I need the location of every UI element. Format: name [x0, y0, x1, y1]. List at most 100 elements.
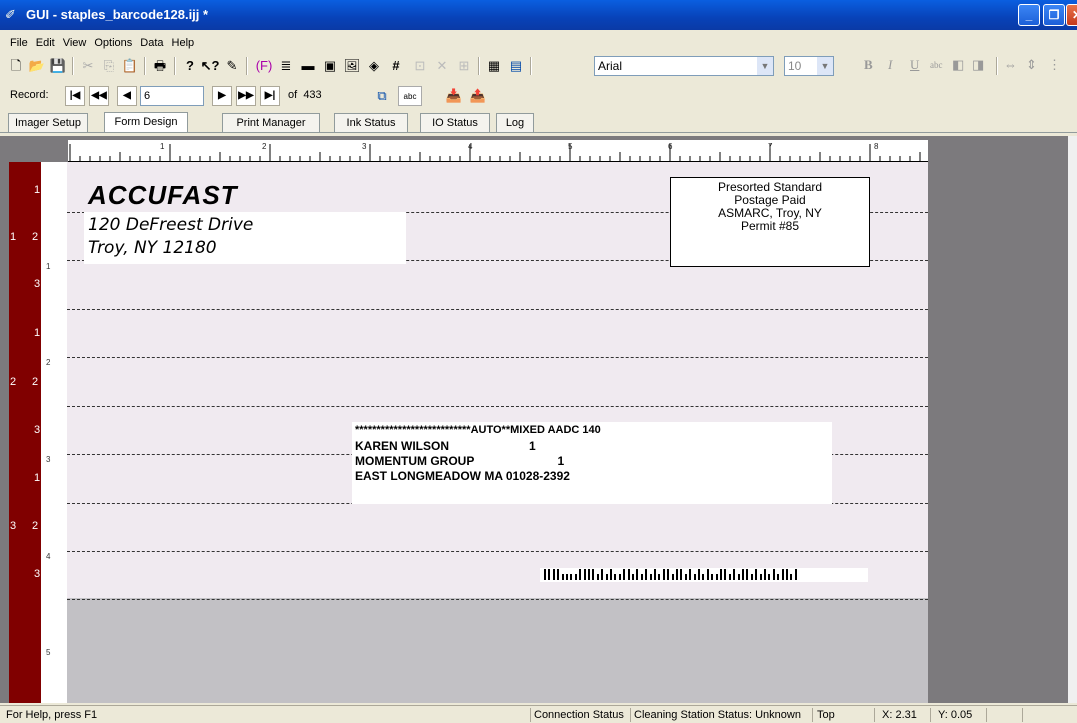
ruler-label: 3: [362, 142, 367, 151]
tab-form-design[interactable]: Form Design: [104, 112, 188, 133]
space-vertical-icon[interactable]: ⇕: [1026, 57, 1037, 73]
barcode-bar: [684, 574, 687, 580]
save-icon[interactable]: 💾: [48, 56, 68, 76]
next-record-button[interactable]: ▶: [212, 86, 232, 106]
barcode-bar: [737, 574, 740, 580]
underline-icon[interactable]: U: [910, 57, 919, 73]
next-page-button[interactable]: ▶▶: [236, 86, 256, 106]
window-title: GUI - staples_barcode128.ijj *: [26, 7, 209, 22]
font-name-select[interactable]: Arial ▼: [594, 56, 774, 76]
space-horizontal-icon[interactable]: ⇔: [1004, 57, 1017, 73]
line-icon[interactable]: ▬: [298, 56, 318, 76]
row-divider: [67, 309, 928, 310]
format-icon[interactable]: ⊡: [410, 56, 430, 76]
import-icon[interactable]: 📥: [444, 86, 464, 106]
barcode-bar: [698, 569, 700, 580]
horizontal-ruler: 1 2 3 4 5 6 7 8: [68, 140, 931, 162]
prev-page-button[interactable]: ◀◀: [89, 86, 109, 106]
barcode-bar: [794, 569, 797, 580]
menu-data[interactable]: Data: [136, 34, 167, 52]
postal-barcode[interactable]: [540, 568, 868, 582]
grid-icon[interactable]: ▦: [484, 56, 504, 76]
delete-icon[interactable]: ✕: [432, 56, 452, 76]
table-icon[interactable]: ▤: [506, 56, 526, 76]
new-file-icon[interactable]: 🗋: [6, 56, 26, 76]
record-toolbar: Record: |◀ ◀◀ ◀ 6 ▶ ▶▶ ▶| of 433 ⧉ abc 📥…: [0, 83, 1077, 109]
ruler-label: 5: [568, 142, 573, 151]
row-label: 3: [34, 278, 41, 290]
wizard-icon[interactable]: ✎: [222, 56, 242, 76]
barcode-bar: [561, 574, 564, 580]
box-icon[interactable]: ▣: [320, 56, 340, 76]
menu-help[interactable]: Help: [168, 34, 199, 52]
strikethrough-icon[interactable]: abc: [930, 60, 943, 70]
italic-icon[interactable]: I: [888, 57, 892, 73]
tab-print-manager[interactable]: Print Manager: [222, 113, 320, 133]
record-total: of 433: [288, 89, 322, 101]
row-divider: [67, 406, 928, 407]
prev-record-button[interactable]: ◀: [117, 86, 137, 106]
record-number-input[interactable]: 6: [140, 86, 204, 106]
barcode-bar: [592, 569, 595, 580]
export-icon[interactable]: 📤: [468, 86, 488, 106]
return-address-line: 120 DeFreest Drive: [88, 215, 254, 235]
tab-io-status[interactable]: IO Status: [420, 113, 490, 133]
row-label: 3: [34, 568, 41, 580]
last-record-button[interactable]: ▶|: [260, 86, 280, 106]
barcode-bar: [658, 574, 661, 580]
bold-icon[interactable]: B: [864, 57, 873, 73]
maximize-button[interactable]: ❐: [1043, 4, 1065, 26]
postage-indicia-box[interactable]: Presorted Standard Postage Paid ASMARC, …: [670, 177, 870, 267]
text-block-icon[interactable]: ≣: [276, 56, 296, 76]
barcode-bar: [742, 569, 744, 580]
align-right-icon[interactable]: ◨: [972, 57, 984, 73]
help-icon[interactable]: ?: [180, 56, 200, 76]
row-label: 2: [32, 376, 39, 388]
graphic-icon[interactable]: ◈: [364, 56, 384, 76]
ruler-label: 3: [46, 455, 51, 464]
barcode-bar: [614, 574, 617, 580]
position-status: Top: [817, 709, 835, 721]
context-help-icon[interactable]: ↖?: [200, 56, 220, 76]
barcode-bar: [768, 574, 771, 580]
field-icon[interactable]: (F): [254, 56, 274, 76]
font-size-select[interactable]: 10 ▼: [784, 56, 834, 76]
properties-icon[interactable]: ⊞: [454, 56, 474, 76]
align-left-icon[interactable]: ◧: [952, 57, 964, 73]
barcode-bar: [649, 574, 652, 580]
barcode-bar: [618, 574, 621, 580]
menu-file[interactable]: File: [0, 34, 32, 52]
barcode-bar: [689, 569, 692, 580]
barcode-bar: [667, 569, 670, 580]
recipient-company-line: MOMENTUM GROUP 1: [355, 454, 565, 468]
image-icon[interactable]: 🖼: [342, 56, 362, 76]
preview-icon[interactable]: ⧉: [372, 86, 392, 106]
open-folder-icon[interactable]: 📂: [27, 56, 47, 76]
barcode-bar: [772, 569, 775, 580]
print-icon[interactable]: 🖶: [150, 56, 170, 76]
barcode-bar: [733, 569, 736, 580]
cut-icon[interactable]: ✂: [78, 56, 98, 76]
app-icon: ✐: [5, 7, 16, 22]
field-text-icon[interactable]: abc: [398, 86, 422, 106]
vertical-scrollbar[interactable]: [1068, 136, 1077, 703]
first-record-button[interactable]: |◀: [65, 86, 85, 106]
copy-icon[interactable]: ⎘: [99, 56, 119, 76]
tab-log[interactable]: Log: [496, 113, 534, 133]
tab-imager-setup[interactable]: Imager Setup: [8, 113, 88, 133]
paste-icon[interactable]: 📋: [120, 56, 140, 76]
tab-ink-status[interactable]: Ink Status: [334, 113, 408, 133]
menu-edit[interactable]: Edit: [32, 34, 59, 52]
accufast-logo[interactable]: ACCUFAST: [88, 180, 238, 211]
minimize-button[interactable]: _: [1018, 4, 1040, 26]
status-bar: For Help, press F1 Connection Status Cle…: [0, 705, 1077, 723]
barcode-bar: [759, 574, 762, 580]
group-label: 1: [10, 231, 17, 243]
menu-view[interactable]: View: [59, 34, 91, 52]
number-icon[interactable]: #: [386, 56, 406, 76]
barcode-bar: [640, 574, 643, 580]
close-button[interactable]: ✕: [1066, 4, 1077, 26]
distribute-icon[interactable]: ⋮: [1048, 57, 1061, 73]
ruler-label: 1: [46, 262, 51, 271]
menu-options[interactable]: Options: [90, 34, 136, 52]
